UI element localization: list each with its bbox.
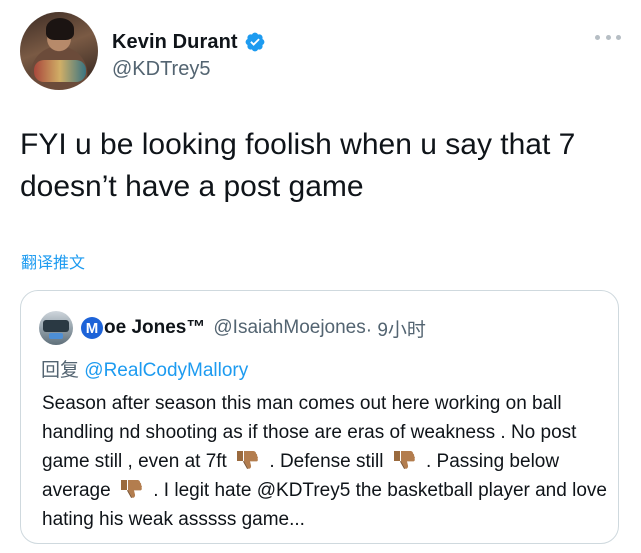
translate-tweet-link[interactable]: 翻译推文 xyxy=(21,249,85,273)
quoted-tweet-header: M oe Jones™ @IsaiahMoejones · 9小时 xyxy=(39,311,426,345)
avatar-hat-shape xyxy=(46,18,74,40)
quoted-author-name-badge: M xyxy=(81,317,103,339)
more-dot xyxy=(616,34,621,40)
more-dot xyxy=(595,34,600,40)
tweet-header: Kevin Durant @KDTrey5 xyxy=(20,12,621,92)
quoted-tweet-card[interactable]: M oe Jones™ @IsaiahMoejones · 9小时 回复 @Re… xyxy=(20,290,619,544)
quoted-text-part-2: . Defense still xyxy=(269,451,384,472)
reply-prefix: 回复 xyxy=(41,360,80,381)
author-avatar[interactable] xyxy=(20,12,98,90)
quoted-tweet-text: Season after season this man comes out h… xyxy=(42,389,612,534)
author-name[interactable]: Kevin Durant xyxy=(112,31,238,54)
quoted-author-handle[interactable]: @IsaiahMoejones xyxy=(213,317,365,339)
tweet-text-line-1: FYI u be looking foolish when u say that… xyxy=(20,128,576,161)
author-name-row: Kevin Durant xyxy=(112,28,266,56)
avatar-scarf-shape xyxy=(34,60,86,82)
thumbs-down-emoji-icon xyxy=(393,451,415,469)
tweet-text: FYI u be looking foolish when u say that… xyxy=(20,124,620,208)
thumbs-down-emoji-icon xyxy=(120,480,142,498)
quoted-author-avatar[interactable] xyxy=(39,311,73,345)
quoted-tweet-time[interactable]: · 9小时 xyxy=(366,315,426,342)
replying-to: 回复 @RealCodyMallory xyxy=(41,355,248,382)
verified-badge-icon xyxy=(245,32,265,52)
tweet-text-line-2: doesn’t have a post game xyxy=(20,170,364,203)
more-dot xyxy=(605,34,611,40)
quoted-author-name[interactable]: oe Jones™ xyxy=(104,317,205,339)
more-options-icon[interactable] xyxy=(595,32,621,42)
reply-mention-link[interactable]: @RealCodyMallory xyxy=(84,360,248,381)
thumbs-down-emoji-icon xyxy=(237,451,259,469)
author-handle[interactable]: @KDTrey5 xyxy=(112,58,210,81)
